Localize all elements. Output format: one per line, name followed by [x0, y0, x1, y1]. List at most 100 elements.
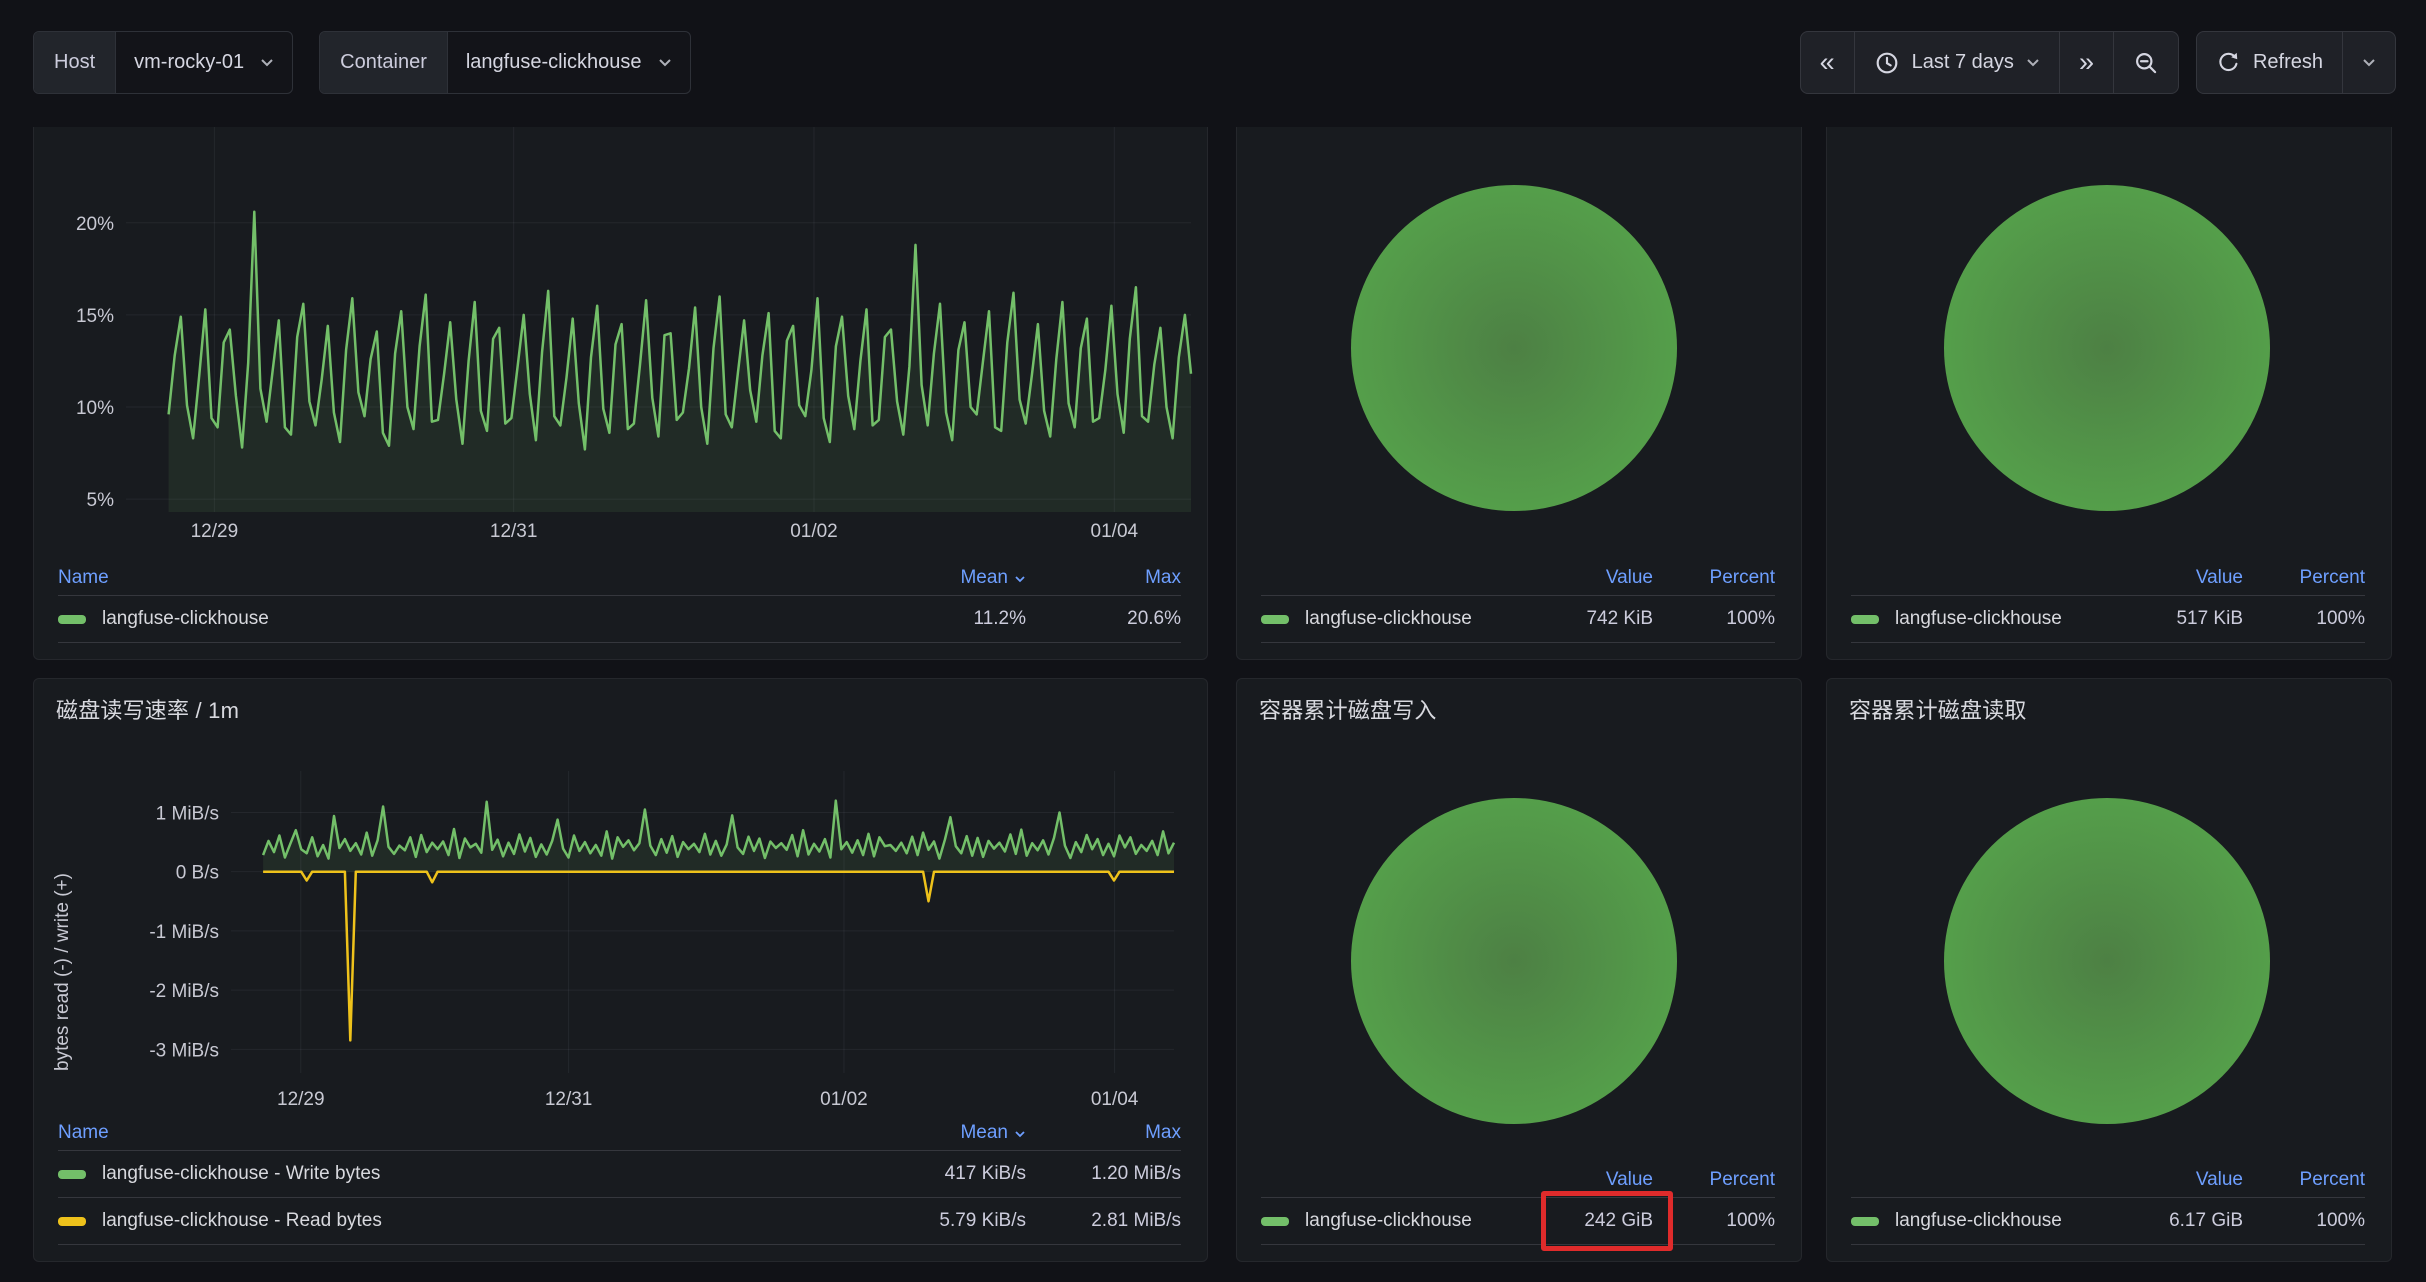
legend-header-row: ValuePercent: [1261, 561, 1775, 595]
chevron-down-icon: [2026, 58, 2040, 67]
legend-row[interactable]: langfuse-clickhouse742 KiB100%: [1261, 595, 1775, 642]
series-color-swatch-icon: [58, 1170, 86, 1179]
legend-value-cell: 1.20 MiB/s: [1026, 1163, 1181, 1185]
panel-disk-io-rate: 磁盘读写速率 / 1m bytes read (-) / write (+) 1…: [33, 678, 1208, 1262]
double-chevron-left-icon: «: [1820, 49, 1835, 76]
svg-text:20%: 20%: [76, 214, 114, 235]
legend-value-cell: 6.17 GiB: [2121, 1210, 2243, 1232]
dashboard-toolbar: Host vm-rocky-01 Container langfuse-clic…: [0, 0, 2426, 127]
zoom-out-magnifier-icon: [2133, 50, 2159, 76]
svg-text:01/04: 01/04: [1091, 521, 1139, 542]
legend-row[interactable]: langfuse-clickhouse - Read bytes5.79 KiB…: [58, 1197, 1181, 1244]
series-color-swatch-icon: [1261, 1217, 1289, 1226]
legend-value-cell: 517 KiB: [2121, 608, 2243, 630]
legend-header-percent[interactable]: Percent: [2243, 1169, 2365, 1191]
host-variable-label: Host: [34, 32, 116, 93]
legend-series-name[interactable]: langfuse-clickhouse: [58, 608, 871, 630]
host-value-text: vm-rocky-01: [134, 51, 244, 74]
pie-chart[interactable]: [1944, 185, 2270, 511]
legend-row[interactable]: langfuse-clickhouse 11.2%20.6%: [58, 595, 1181, 642]
chevron-down-icon: [260, 58, 274, 67]
legend-value-cell: 2.81 MiB/s: [1026, 1210, 1181, 1232]
refresh-button[interactable]: Refresh: [2197, 32, 2342, 93]
legend-value-cell: 20.6%: [1026, 608, 1181, 630]
legend-header-percent[interactable]: Percent: [1653, 1169, 1775, 1191]
legend-series-name[interactable]: langfuse-clickhouse - Read bytes: [58, 1210, 871, 1232]
svg-text:12/29: 12/29: [277, 1089, 325, 1110]
chevron-down-icon: [658, 58, 672, 67]
legend-series-name[interactable]: langfuse-clickhouse: [1261, 608, 1531, 630]
legend-header-row: ValuePercent: [1261, 1163, 1775, 1197]
panel-title[interactable]: 容器累计磁盘写入: [1259, 693, 1801, 725]
legend-header-max[interactable]: Max: [1026, 567, 1181, 589]
series-color-swatch-icon: [58, 1217, 86, 1226]
host-variable-value[interactable]: vm-rocky-01: [116, 32, 292, 93]
svg-text:-1 MiB/s: -1 MiB/s: [149, 922, 219, 943]
disk-io-timeseries-chart[interactable]: 1 MiB/s0 B/s-1 MiB/s-2 MiB/s-3 MiB/s12/2…: [34, 739, 1209, 1139]
legend-header-value[interactable]: Value: [2121, 567, 2243, 589]
legend-value-cell: 100%: [2243, 1210, 2365, 1232]
panel-title[interactable]: 容器累计磁盘读取: [1849, 693, 2391, 725]
svg-text:0 B/s: 0 B/s: [176, 863, 219, 884]
svg-text:01/02: 01/02: [790, 521, 838, 542]
legend-header-value[interactable]: Value: [1531, 567, 1653, 589]
legend-series-name[interactable]: langfuse-clickhouse: [1851, 1210, 2121, 1232]
legend-value-cell: 242 GiB: [1531, 1210, 1653, 1232]
time-shift-forward-button[interactable]: »: [2059, 32, 2113, 93]
refresh-interval-dropdown[interactable]: [2342, 32, 2395, 93]
time-range-picker-button[interactable]: Last 7 days: [1854, 32, 2059, 93]
legend-header-percent[interactable]: Percent: [2243, 567, 2365, 589]
pie-chart[interactable]: [1944, 798, 2270, 1124]
legend-series-name[interactable]: langfuse-clickhouse - Write bytes: [58, 1163, 871, 1185]
pie-legend: ValuePercentlangfuse-clickhouse517 KiB10…: [1851, 561, 2365, 643]
refresh-group: Refresh: [2196, 31, 2396, 94]
host-variable-control: Host vm-rocky-01: [33, 31, 293, 94]
series-color-swatch-icon: [58, 615, 86, 624]
legend-series-name[interactable]: langfuse-clickhouse: [1851, 608, 2121, 630]
legend-header-row: ValuePercent: [1851, 561, 2365, 595]
legend-row[interactable]: langfuse-clickhouse 6.17 GiB100%: [1851, 1197, 2365, 1244]
legend-header-name[interactable]: Name: [58, 567, 871, 589]
legend-header-name[interactable]: Name: [58, 1122, 871, 1144]
series-name-text: langfuse-clickhouse: [1305, 1210, 1472, 1232]
legend-series-name[interactable]: langfuse-clickhouse: [1261, 1210, 1531, 1232]
panel-disk-write-total: 容器累计磁盘写入 ValuePercent langfuse-clickhouse…: [1236, 678, 1802, 1262]
legend-header-value[interactable]: Value: [1531, 1169, 1653, 1191]
pie-chart[interactable]: [1351, 185, 1677, 511]
series-name-text: langfuse-clickhouse: [102, 608, 269, 630]
cpu-usage-timeseries-chart[interactable]: 20%15%10%5%12/2912/3101/0201/04: [34, 127, 1209, 557]
pie-chart[interactable]: [1351, 798, 1677, 1124]
legend-header-value[interactable]: Value: [2121, 1169, 2243, 1191]
container-value-text: langfuse-clickhouse: [466, 51, 642, 74]
panel-disk-read-total: 容器累计磁盘读取 ValuePercent langfuse-clickhouse…: [1826, 678, 2392, 1262]
zoom-out-time-button[interactable]: [2113, 32, 2178, 93]
refresh-label: Refresh: [2253, 51, 2323, 74]
panel-cpu-usage: 20%15%10%5%12/2912/3101/0201/04 NameMean…: [33, 127, 1208, 660]
panel-pie-top-right: ValuePercentlangfuse-clickhouse517 KiB10…: [1826, 127, 2392, 660]
template-variables: Host vm-rocky-01 Container langfuse-clic…: [33, 31, 691, 94]
pie-legend: ValuePercentlangfuse-clickhouse742 KiB10…: [1261, 561, 1775, 643]
legend-value-cell: 100%: [1653, 608, 1775, 630]
time-shift-back-button[interactable]: «: [1801, 32, 1854, 93]
legend-row[interactable]: langfuse-clickhouse - Write bytes417 KiB…: [58, 1150, 1181, 1197]
legend-row[interactable]: langfuse-clickhouse242 GiB100%: [1261, 1197, 1775, 1244]
legend-header-mean[interactable]: Mean: [871, 567, 1026, 589]
legend-row[interactable]: langfuse-clickhouse517 KiB100%: [1851, 595, 2365, 642]
sort-caret-icon: [1014, 1130, 1026, 1138]
svg-text:10%: 10%: [76, 398, 114, 419]
legend-value-cell: 11.2%: [871, 608, 1026, 630]
series-name-text: langfuse-clickhouse - Read bytes: [102, 1210, 382, 1232]
grafana-dashboard: Host vm-rocky-01 Container langfuse-clic…: [0, 0, 2426, 1282]
container-variable-value[interactable]: langfuse-clickhouse: [448, 32, 690, 93]
series-name-text: langfuse-clickhouse: [1895, 1210, 2062, 1232]
legend-header-max[interactable]: Max: [1026, 1122, 1181, 1144]
panel-title[interactable]: 磁盘读写速率 / 1m: [56, 693, 1207, 725]
svg-text:12/31: 12/31: [545, 1089, 593, 1110]
legend-header-mean[interactable]: Mean: [871, 1122, 1026, 1144]
double-chevron-right-icon: »: [2079, 49, 2094, 76]
legend-header-percent[interactable]: Percent: [1653, 567, 1775, 589]
series-name-text: langfuse-clickhouse: [1895, 608, 2062, 630]
panel-pie-top-middle: ValuePercentlangfuse-clickhouse742 KiB10…: [1236, 127, 1802, 660]
time-controls: « Last 7 days » Refresh: [1800, 31, 2396, 94]
disk-io-legend: NameMeanMax langfuse-clickhouse - Write b…: [58, 1116, 1181, 1245]
